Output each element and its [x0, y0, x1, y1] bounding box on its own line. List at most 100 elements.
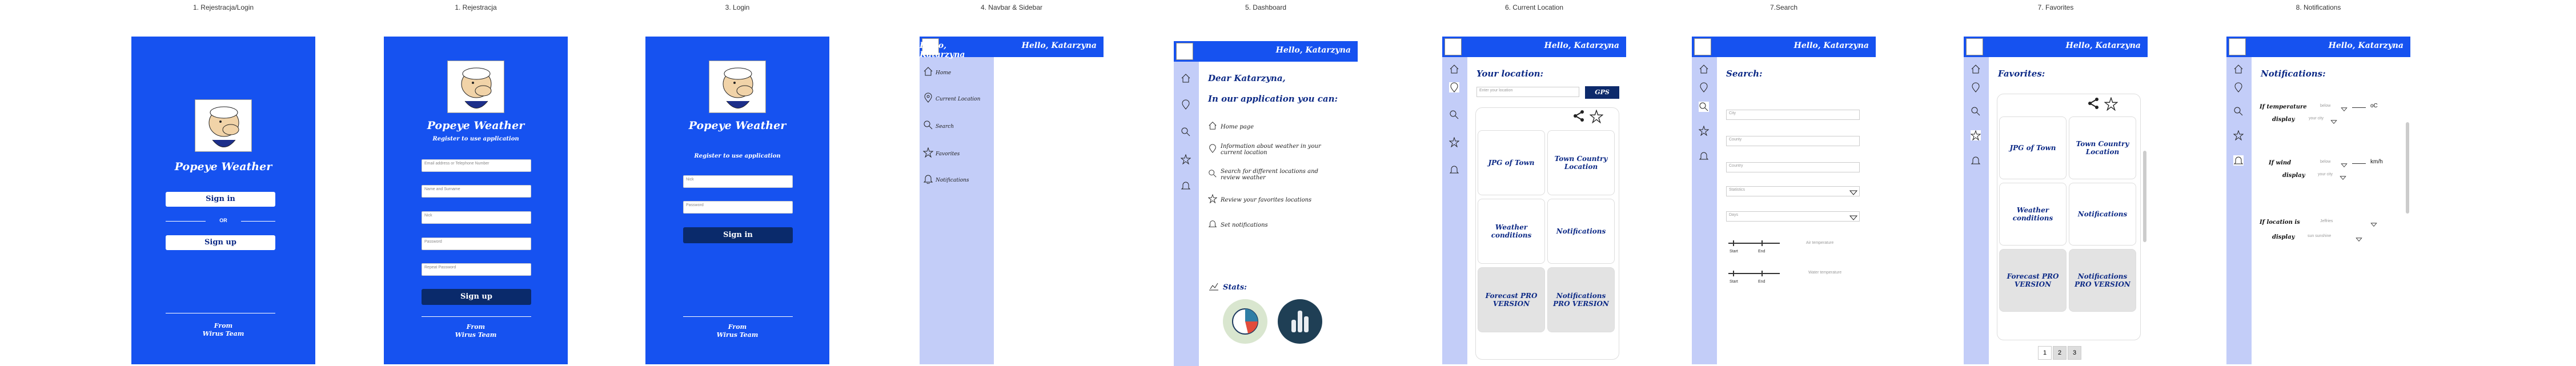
star-icon[interactable]	[2104, 96, 2118, 114]
bar-chart-icon[interactable]	[1278, 299, 1322, 344]
password-field[interactable]: Password	[683, 201, 793, 214]
location-pin-icon[interactable]	[2233, 82, 2244, 92]
location-input[interactable]: Enter your location	[1476, 87, 1579, 97]
card-forecast-pro[interactable]: Forecast PRO VERSION	[1478, 267, 1545, 332]
star-icon[interactable]	[1449, 136, 1460, 148]
value-line[interactable]	[2352, 107, 2366, 108]
star-icon[interactable]	[1698, 125, 1710, 136]
chevron-down-icon[interactable]	[2330, 117, 2337, 127]
home-icon[interactable]	[1971, 64, 1981, 74]
sidebar-item-home[interactable]: Home	[923, 66, 951, 79]
display-select[interactable]: sun sunshine	[2305, 233, 2336, 241]
email-field[interactable]: Email address or Telephone Number	[422, 159, 531, 172]
chevron-down-icon[interactable]	[2341, 160, 2348, 171]
location-pin-icon[interactable]	[1181, 99, 1191, 110]
home-icon[interactable]	[1699, 64, 1709, 74]
search-icon[interactable]	[1971, 106, 1981, 116]
slider-handle-end[interactable]	[1762, 271, 1763, 276]
county-input[interactable]: County	[1726, 136, 1860, 146]
list-item[interactable]: Set notifications	[1208, 212, 1345, 238]
card-notifications[interactable]: Notifications	[2069, 183, 2136, 246]
gps-button[interactable]: GPS	[1585, 86, 1619, 99]
repeat-password-field[interactable]: Repeat Password	[422, 263, 531, 276]
bell-icon[interactable]	[1449, 164, 1459, 175]
home-icon[interactable]	[1181, 73, 1191, 83]
search-icon[interactable]	[1449, 110, 1459, 120]
statistics-select[interactable]: Statistics	[1726, 186, 1860, 196]
card-forecast-pro[interactable]: Forecast PRO VERSION	[1999, 249, 2067, 312]
sign-up-button[interactable]: Sign up	[166, 235, 275, 250]
pie-chart-icon[interactable]	[1223, 299, 1267, 344]
slider-handle-start[interactable]	[1733, 271, 1734, 276]
card-notifications-pro[interactable]: Notifications PRO VERSION	[2069, 249, 2136, 312]
rule-operator[interactable]: below	[2318, 159, 2341, 167]
star-icon[interactable]	[1970, 130, 1981, 141]
nick-field[interactable]: Nick	[683, 175, 793, 188]
search-icon[interactable]	[1699, 102, 1709, 112]
list-item[interactable]: Home page	[1208, 116, 1345, 137]
location-pin-icon[interactable]	[1449, 82, 1459, 92]
card-notifications-pro[interactable]: Notifications PRO VERSION	[1547, 267, 1615, 332]
bell-icon[interactable]	[1181, 180, 1191, 191]
avatar[interactable]	[1445, 38, 1462, 55]
nick-field[interactable]: Nick	[422, 211, 531, 224]
card-town-image[interactable]: JPG of Town	[1478, 130, 1545, 195]
list-item[interactable]: Review your favorites locations	[1207, 187, 1345, 212]
name-field[interactable]: Name and Surname	[422, 185, 531, 198]
password-field[interactable]: Password	[422, 238, 531, 250]
avatar[interactable]	[1694, 38, 1711, 55]
sign-in-button[interactable]: Sign in	[683, 227, 793, 243]
chevron-down-icon[interactable]	[2370, 220, 2377, 230]
card-weather-conditions[interactable]: Weather conditions	[1478, 199, 1545, 264]
display-select[interactable]: your city	[2316, 171, 2340, 179]
list-item[interactable]: Information about weather in your curren…	[1208, 137, 1345, 162]
home-icon[interactable]	[2233, 64, 2244, 74]
water-temp-slider[interactable]	[1728, 273, 1780, 274]
chevron-down-icon[interactable]	[2340, 173, 2346, 183]
city-input[interactable]: City	[1726, 110, 1860, 120]
search-icon[interactable]	[2233, 106, 2244, 116]
location-pin-icon[interactable]	[1971, 82, 1981, 92]
rule-operator[interactable]: Jeffries	[2318, 218, 2348, 226]
card-town-location[interactable]: Town Country Location	[2069, 116, 2136, 179]
days-select[interactable]: Days	[1726, 211, 1860, 222]
card-notifications[interactable]: Notifications	[1547, 199, 1615, 264]
sign-up-button[interactable]: Sign up	[422, 289, 531, 305]
value-line[interactable]	[2352, 163, 2366, 164]
page-button[interactable]: 3	[2068, 346, 2081, 360]
country-input[interactable]: Country	[1726, 162, 1860, 172]
display-select[interactable]: your city	[2306, 115, 2330, 123]
star-icon[interactable]	[1589, 109, 1604, 126]
sign-in-button[interactable]: Sign in	[166, 192, 275, 207]
slider-handle-end[interactable]	[1762, 240, 1763, 246]
location-pin-icon[interactable]	[1699, 82, 1709, 92]
star-icon[interactable]	[2233, 130, 2244, 141]
sidebar-item-current-location[interactable]: Current Location	[923, 92, 980, 106]
air-temp-slider[interactable]	[1728, 243, 1780, 244]
share-icon[interactable]	[1572, 110, 1585, 125]
scrollbar[interactable]	[2143, 151, 2146, 242]
sidebar-item-search[interactable]: Search	[923, 120, 954, 133]
avatar[interactable]	[1966, 38, 1983, 55]
bell-icon[interactable]	[2233, 155, 2244, 166]
share-icon[interactable]	[2087, 97, 2100, 112]
sidebar-item-notifications[interactable]: Notifications	[923, 174, 969, 187]
page-button[interactable]: 1	[2038, 346, 2052, 360]
chevron-down-icon[interactable]	[2356, 235, 2362, 245]
rule-operator[interactable]: below	[2318, 103, 2341, 111]
card-town-image[interactable]: JPG of Town	[1999, 116, 2067, 179]
card-town-location[interactable]: Town Country Location	[1547, 130, 1615, 195]
avatar[interactable]	[1176, 43, 1193, 60]
page-button[interactable]: 2	[2053, 346, 2067, 360]
avatar[interactable]	[2229, 38, 2246, 55]
sidebar-item-favorites[interactable]: Favorites	[922, 147, 960, 160]
card-weather-conditions[interactable]: Weather conditions	[1999, 183, 2067, 246]
star-icon[interactable]	[1180, 154, 1191, 165]
home-icon[interactable]	[1449, 64, 1459, 74]
scrollbar[interactable]	[2406, 122, 2409, 214]
search-icon[interactable]	[1181, 127, 1191, 137]
slider-handle-start[interactable]	[1733, 240, 1734, 246]
bell-icon[interactable]	[1971, 155, 1981, 166]
bell-icon[interactable]	[1699, 151, 1709, 161]
chevron-down-icon[interactable]	[2341, 104, 2348, 115]
